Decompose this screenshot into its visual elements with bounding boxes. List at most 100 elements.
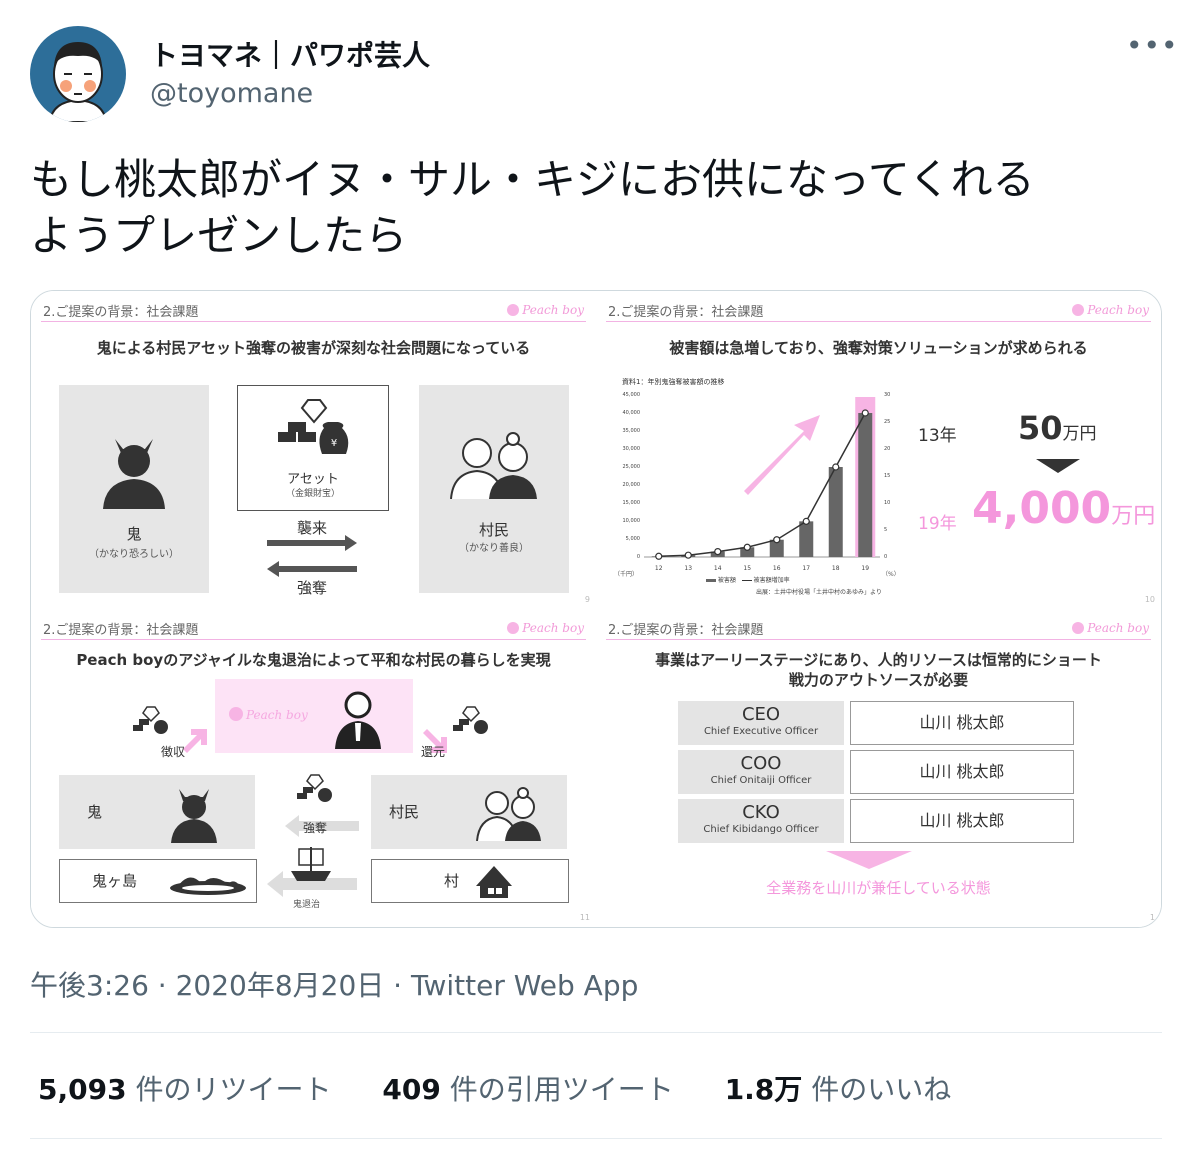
oni-icon <box>171 789 217 843</box>
y-tick-label: 25,000 <box>622 464 641 470</box>
y-tick-label: 30,000 <box>622 446 641 452</box>
oni-panel: 鬼 （かなり恐ろしい） <box>59 385 209 593</box>
return-label: 還元 <box>421 745 446 759</box>
villager-label: 村民 <box>478 521 509 539</box>
person-box: 山川 桃太郎 <box>850 799 1074 843</box>
chart-source: 出展：土井中村役場「土井中村のあゆみ」より <box>756 589 882 596</box>
peach-boy-logo: Peach boy <box>1072 621 1149 635</box>
x-tick-label: 15 <box>743 565 752 572</box>
villagers-icon <box>450 432 537 499</box>
divider <box>30 1032 1162 1033</box>
slide-3[interactable]: 2.ご提案の背景：社会課題 Peach boy Peach boyのアジャイルな… <box>31 609 596 927</box>
growth-arrow-icon <box>744 415 820 495</box>
legend-line-label: 被害額増加率 <box>753 577 790 584</box>
x-axis: 12 13 14 15 16 17 18 19 <box>644 565 880 575</box>
slide-4[interactable]: 2.ご提案の背景：社会課題 Peach boy 事業はアーリーステージにあり、人… <box>596 609 1161 927</box>
author-name[interactable]: トヨマネ｜パワポ芸人 <box>150 34 430 74</box>
right-arrow-icon <box>267 535 357 551</box>
treasure-icon <box>297 774 332 802</box>
slide-header: 2.ご提案の背景：社会課題 <box>43 623 199 638</box>
tweet-text-line: ようプレゼンしたら <box>30 211 408 260</box>
quotes-link[interactable]: 409 件の引用ツイート <box>382 1073 673 1106</box>
page-number: 1 <box>1149 913 1155 922</box>
y2-tick-label: 20 <box>884 446 891 452</box>
y-tick-label: 35,000 <box>622 428 641 434</box>
y-tick-label: 5,000 <box>625 536 640 542</box>
pink-up-arrow-icon <box>183 729 207 753</box>
oni-panel: 鬼 <box>59 775 255 849</box>
year-19-label: 19年 <box>918 514 957 534</box>
slide-title: 被害額は急増しており、強奪対策ソリューションが求められる <box>669 339 1088 357</box>
y2-tick-label: 0 <box>884 554 888 560</box>
house-icon <box>476 866 512 898</box>
island-icon <box>170 877 246 895</box>
rate-point <box>743 543 751 551</box>
more-options-icon[interactable]: ••• <box>1126 32 1178 66</box>
rate-point <box>655 552 663 560</box>
y2-tick-label: 15 <box>884 473 891 479</box>
slide-2[interactable]: 2.ご提案の背景：社会課題 Peach boy 被害額は急増しており、強奪対策ソ… <box>596 291 1161 609</box>
y-tick-label: 10,000 <box>622 518 641 524</box>
villager-sublabel: （かなり善良） <box>459 543 529 554</box>
chart-legend: 被害額 被害額増加率 <box>706 575 790 584</box>
slide-title-2: 戦力のアウトソースが必要 <box>788 671 969 689</box>
author-handle[interactable]: @toyomane <box>150 78 313 109</box>
villager-label: 村民 <box>389 803 420 821</box>
slide-1[interactable]: 2.ご提案の背景：社会課題 Peach boy 鬼による村民アセット強奪の被害が… <box>31 291 596 609</box>
villagers-icon <box>476 787 541 841</box>
peach-boy-logo: Peach boy <box>229 707 308 722</box>
slide-title: 事業はアーリーステージにあり、人的リソースは恒常的にショート <box>655 651 1102 669</box>
legend-bar-label: 被害額 <box>717 577 736 584</box>
peach-boy-panel: Peach boy <box>215 679 413 753</box>
x-tick-label: 19 <box>861 565 870 572</box>
tweet-stats: 5,093 件のリツイート 409 件の引用ツイート 1.8万 件のいいね <box>38 1068 951 1108</box>
extermination-label: 鬼退治 <box>293 900 321 910</box>
likes-link[interactable]: 1.8万 件のいいね <box>725 1073 952 1106</box>
chart-bar <box>858 413 873 557</box>
peach-boy-logo: Peach boy <box>1072 303 1149 317</box>
villager-panel: 村民 （かなり善良） <box>419 385 569 593</box>
asset-sublabel: （金銀財宝） <box>285 489 340 499</box>
oni-label: 鬼 <box>126 525 142 543</box>
oni-sublabel: （かなり恐ろしい） <box>89 549 179 560</box>
rob-label: 強奪 <box>296 579 327 597</box>
oni-icon <box>103 439 165 509</box>
role-full: Chief Executive Officer <box>703 726 819 737</box>
tweet-media[interactable]: 2.ご提案の背景：社会課題 Peach boy 鬼による村民アセット強奪の被害が… <box>30 290 1162 928</box>
avatar[interactable] <box>30 26 126 122</box>
rob-label: 強奪 <box>303 821 328 835</box>
role-full: Chief Onitaiji Officer <box>710 775 812 786</box>
slide-footer: 全業務を山川が兼任している状態 <box>766 879 991 897</box>
rate-point <box>802 517 810 525</box>
peach-boy-logo: Peach boy <box>507 303 584 317</box>
role-box: COO Chief Onitaiji Officer <box>678 750 844 794</box>
tweet-timestamp[interactable]: 午後3:26 · 2020年8月20日 · Twitter Web App <box>30 964 638 1004</box>
slide-header: 2.ご提案の背景：社会課題 <box>43 305 199 320</box>
damage-chart <box>644 397 880 560</box>
chart-bar <box>828 467 843 557</box>
retweets-link[interactable]: 5,093 件のリツイート <box>38 1073 332 1106</box>
y2-axis: 30 25 20 15 10 5 0 <box>884 391 902 567</box>
role-box: CKO Chief Kibidango Officer <box>678 799 844 843</box>
rate-point <box>714 548 722 556</box>
slide-header: 2.ご提案の背景：社会課題 <box>608 623 764 638</box>
tweet-text-line: もし桃太郎がイヌ・サル・キジにお供になってくれる <box>30 155 1035 204</box>
peach-boy-logo: Peach boy <box>507 621 584 635</box>
ship-icon <box>291 847 331 881</box>
person-box: 山川 桃太郎 <box>850 701 1074 745</box>
tweet-text: もし桃太郎がイヌ・サル・キジにお供になってくれる ようプレゼンしたら <box>30 152 1150 264</box>
divider <box>30 1138 1162 1139</box>
villager-panel: 村民 <box>371 775 567 849</box>
role-abbr: CKO <box>742 802 780 823</box>
asset-label: アセット <box>287 472 339 487</box>
x-tick-label: 13 <box>684 565 693 572</box>
y-tick-label: 20,000 <box>622 482 641 488</box>
chart-bar <box>799 521 814 557</box>
page-number: 10 <box>1144 595 1155 604</box>
rate-point <box>861 409 869 417</box>
year-13-label: 13年 <box>918 426 957 446</box>
avatar-illustration <box>48 42 108 122</box>
x-tick-label: 17 <box>802 565 811 572</box>
island-label: 鬼ヶ島 <box>92 872 138 890</box>
rate-point <box>773 536 781 544</box>
